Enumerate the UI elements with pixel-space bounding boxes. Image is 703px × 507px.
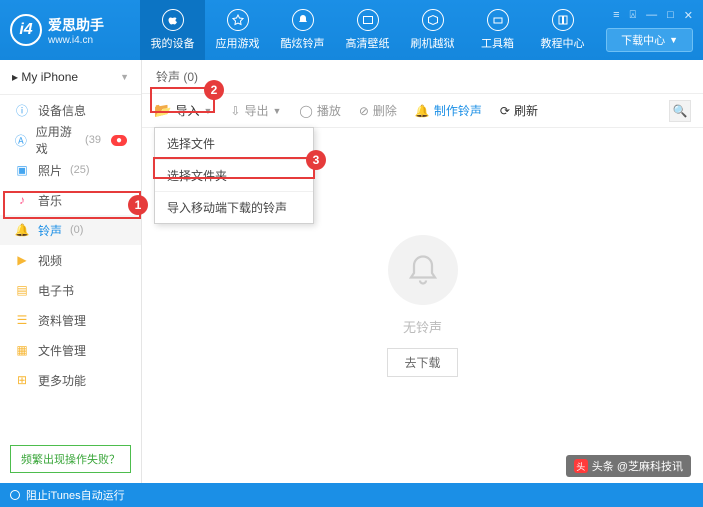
empty-bell-icon [388, 235, 458, 305]
sidebar-item-videos[interactable]: ▶视频 [0, 245, 141, 275]
download-center-button[interactable]: 下载中心 ▼ [606, 28, 693, 52]
watermark: 头 头条 @芝麻科技讯 [566, 455, 691, 477]
book-icon [552, 9, 574, 31]
sidebar-item-ringtones[interactable]: 🔔铃声 (0) [0, 215, 141, 245]
sidebar-item-music[interactable]: ♪音乐 [0, 185, 141, 215]
sidebar-item-apps[interactable]: Ⓐ应用游戏(39● [0, 125, 141, 155]
help-button[interactable]: 频繁出现操作失败？ [10, 445, 131, 473]
nav-wallpapers[interactable]: 高清壁纸 [335, 0, 400, 60]
dropdown-import-mobile[interactable]: 导入移动端下载的铃声 [155, 192, 313, 223]
export-icon: ⇩ [230, 104, 240, 118]
empty-text: 无铃声 [403, 317, 442, 336]
annotation-callout-1: 1 [128, 195, 148, 215]
toutiao-icon: 头 [574, 459, 588, 473]
device-selector[interactable]: ▸ My iPhone ▼ [0, 60, 141, 95]
update-badge: ● [111, 135, 127, 146]
top-nav: 我的设备 应用游戏 酷炫铃声 高清壁纸 刷机越狱 工具箱 教程中心 [140, 0, 606, 60]
sidebar-item-photos[interactable]: ▣照片 (25) [0, 155, 141, 185]
delete-button[interactable]: ⊘删除 [359, 102, 397, 119]
photo-icon: ▣ [14, 162, 30, 178]
menu-icon[interactable]: ≡ [613, 9, 619, 22]
sidebar-item-ebooks[interactable]: ▤电子书 [0, 275, 141, 305]
chevron-down-icon: ▼ [669, 35, 678, 45]
import-dropdown: 选择文件 选择文件夹 导入移动端下载的铃声 [154, 127, 314, 224]
more-icon: ⊞ [14, 372, 30, 388]
refresh-icon: ⟳ [500, 104, 510, 118]
folder-icon: 📂 [154, 102, 171, 119]
box-icon [422, 9, 444, 31]
window-controls: ≡ ⍓ — □ ✕ [613, 9, 693, 22]
logo-icon: i4 [10, 14, 42, 46]
dropdown-select-file[interactable]: 选择文件 [155, 128, 313, 160]
chevron-down-icon: ▼ [203, 106, 212, 116]
export-button[interactable]: ⇩导出▼ [230, 102, 281, 119]
play-button[interactable]: ◯播放 [299, 102, 340, 119]
status-icon [10, 490, 20, 500]
appstore-icon [227, 9, 249, 31]
nav-flash[interactable]: 刷机越狱 [400, 0, 465, 60]
nav-apps[interactable]: 应用游戏 [205, 0, 270, 60]
chevron-down-icon: ▼ [120, 72, 129, 82]
close-icon[interactable]: ✕ [684, 9, 693, 22]
book-icon: ▤ [14, 282, 30, 298]
nav-tutorials[interactable]: 教程中心 [530, 0, 595, 60]
delete-icon: ⊘ [359, 104, 369, 118]
toolbar: 📂 导入 ▼ ⇩导出▼ ◯播放 ⊘删除 🔔制作铃声 ⟳刷新 🔍 选择文件 选择文… [142, 94, 703, 128]
import-button[interactable]: 📂 导入 ▼ [154, 102, 212, 119]
chevron-down-icon: ▼ [272, 106, 281, 116]
annotation-callout-2: 2 [204, 80, 224, 100]
toolbox-icon [487, 9, 509, 31]
info-icon: ⓘ [14, 102, 30, 118]
breadcrumb: 铃声 (0) [142, 60, 703, 94]
file-icon: ▦ [14, 342, 30, 358]
bell-icon [292, 9, 314, 31]
itunes-block-toggle[interactable]: 阻止iTunes自动运行 [26, 487, 125, 503]
video-icon: ▶ [14, 252, 30, 268]
image-icon [357, 9, 379, 31]
header: i4 爱思助手 www.i4.cn 我的设备 应用游戏 酷炫铃声 高清壁纸 刷机… [0, 0, 703, 60]
maximize-icon[interactable]: □ [667, 9, 674, 22]
lock-icon[interactable]: ⍓ [630, 9, 637, 22]
search-icon: 🔍 [673, 104, 688, 118]
annotation-callout-3: 3 [306, 150, 326, 170]
music-icon: ♪ [14, 192, 30, 208]
sidebar-item-more[interactable]: ⊞更多功能 [0, 365, 141, 395]
nav-ringtones[interactable]: 酷炫铃声 [270, 0, 335, 60]
data-icon: ☰ [14, 312, 30, 328]
play-icon: ◯ [299, 104, 312, 118]
nav-toolbox[interactable]: 工具箱 [465, 0, 530, 60]
go-download-button[interactable]: 去下载 [387, 348, 457, 377]
sidebar-item-files[interactable]: ▦文件管理 [0, 335, 141, 365]
sidebar-item-data[interactable]: ☰资料管理 [0, 305, 141, 335]
main-panel: 铃声 (0) 📂 导入 ▼ ⇩导出▼ ◯播放 ⊘删除 🔔制作铃声 ⟳刷新 🔍 选… [142, 60, 703, 483]
refresh-button[interactable]: ⟳刷新 [500, 102, 538, 119]
brand-name: 爱思助手 [48, 15, 104, 35]
nav-my-device[interactable]: 我的设备 [140, 0, 205, 60]
logo: i4 爱思助手 www.i4.cn [10, 14, 140, 46]
sidebar-item-device-info[interactable]: ⓘ设备信息 [0, 95, 141, 125]
statusbar: 阻止iTunes自动运行 [0, 483, 703, 507]
sidebar: ▸ My iPhone ▼ ⓘ设备信息 Ⓐ应用游戏(39● ▣照片 (25) ♪… [0, 60, 142, 483]
search-button[interactable]: 🔍 [669, 100, 691, 122]
minimize-icon[interactable]: — [646, 9, 657, 22]
apple-icon [162, 9, 184, 31]
bell-icon: 🔔 [415, 104, 430, 118]
app-icon: Ⓐ [14, 132, 28, 148]
brand-url: www.i4.cn [48, 35, 104, 46]
make-ringtone-button[interactable]: 🔔制作铃声 [415, 102, 482, 119]
dropdown-select-folder[interactable]: 选择文件夹 [155, 160, 313, 192]
bell-icon: 🔔 [14, 222, 30, 238]
